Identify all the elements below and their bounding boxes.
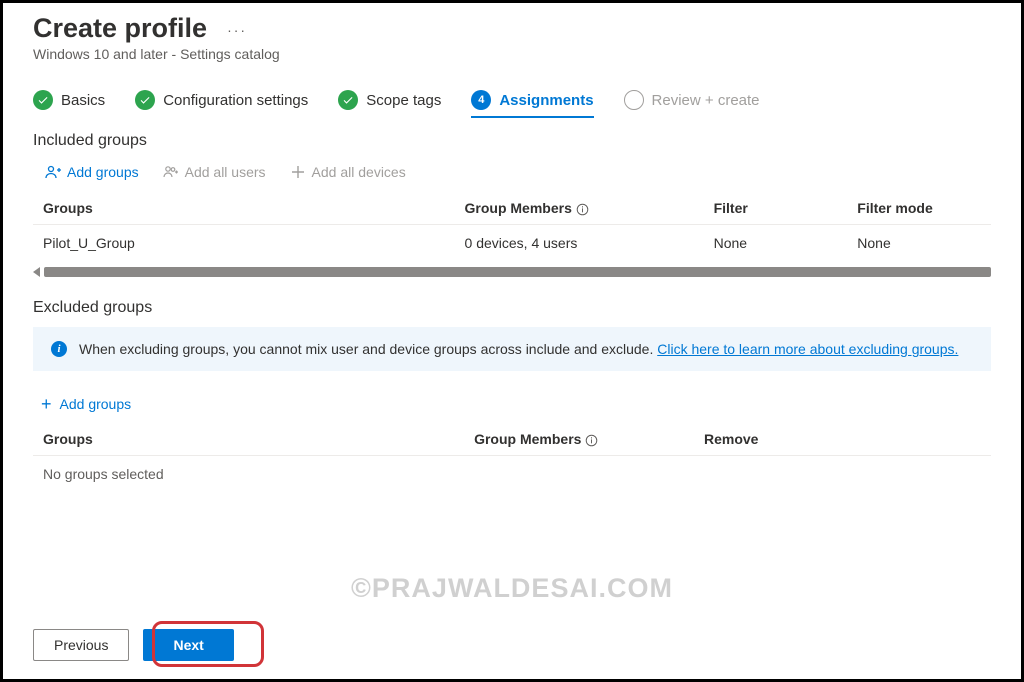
- scroll-track[interactable]: [44, 267, 991, 277]
- table-row-empty: No groups selected: [33, 456, 991, 493]
- plus-icon: [290, 164, 306, 180]
- learn-more-link[interactable]: Click here to learn more about excluding…: [657, 341, 958, 357]
- scroll-left-arrow-icon[interactable]: [33, 267, 40, 277]
- add-all-users-button: Add all users: [163, 164, 266, 180]
- info-icon[interactable]: [585, 434, 598, 447]
- cell-filter: None: [704, 225, 848, 262]
- person-add-icon: [45, 164, 61, 180]
- plus-icon: +: [41, 395, 52, 413]
- banner-text: When excluding groups, you cannot mix us…: [79, 341, 958, 357]
- page-subtitle: Windows 10 and later - Settings catalog: [33, 46, 991, 62]
- add-groups-button[interactable]: Add groups: [45, 164, 139, 180]
- watermark: ©PRAJWALDESAI.COM: [3, 573, 1021, 604]
- cell-group-name: Pilot_U_Group: [33, 225, 455, 262]
- more-actions-button[interactable]: ···: [227, 22, 247, 38]
- excluded-groups-heading: Excluded groups: [33, 299, 991, 317]
- column-members[interactable]: Group Members: [455, 192, 704, 225]
- check-icon: [135, 90, 155, 110]
- column-remove[interactable]: Remove: [694, 423, 991, 456]
- column-groups[interactable]: Groups: [33, 192, 455, 225]
- step-review-create[interactable]: 5 Review + create: [624, 90, 760, 110]
- previous-button[interactable]: Previous: [33, 629, 129, 661]
- people-add-icon: [163, 164, 179, 180]
- step-configuration-settings[interactable]: Configuration settings: [135, 90, 308, 110]
- step-number-icon: 5: [624, 90, 644, 110]
- info-icon: i: [51, 341, 67, 357]
- check-icon: [338, 90, 358, 110]
- column-filter[interactable]: Filter: [704, 192, 848, 225]
- included-toolbar: Add groups Add all users Add all devices: [33, 160, 991, 192]
- step-number-icon: 4: [471, 90, 491, 110]
- info-icon[interactable]: [576, 203, 589, 216]
- included-groups-heading: Included groups: [33, 132, 991, 150]
- cell-filter-mode: None: [847, 225, 991, 262]
- horizontal-scrollbar[interactable]: [33, 267, 991, 277]
- empty-message: No groups selected: [33, 456, 991, 493]
- cell-members: 0 devices, 4 users: [455, 225, 704, 262]
- page-title: Create profile: [33, 13, 207, 44]
- add-all-devices-button: Add all devices: [290, 164, 406, 180]
- excluded-groups-table: Groups Group Members Remove No groups se…: [33, 423, 991, 492]
- check-icon: [33, 90, 53, 110]
- step-scope-tags[interactable]: Scope tags: [338, 90, 441, 110]
- step-assignments[interactable]: 4 Assignments: [471, 90, 593, 118]
- column-members[interactable]: Group Members: [464, 423, 694, 456]
- column-groups[interactable]: Groups: [33, 423, 464, 456]
- wizard-steps: Basics Configuration settings Scope tags…: [33, 90, 991, 110]
- exclude-info-banner: i When excluding groups, you cannot mix …: [33, 327, 991, 371]
- next-button[interactable]: Next: [143, 629, 233, 661]
- excluded-add-groups-button[interactable]: + Add groups: [41, 395, 991, 413]
- included-groups-table: Groups Group Members Filter Filter mode …: [33, 192, 991, 261]
- table-row[interactable]: Pilot_U_Group 0 devices, 4 users None No…: [33, 225, 991, 262]
- step-basics[interactable]: Basics: [33, 90, 105, 110]
- column-filter-mode[interactable]: Filter mode: [847, 192, 991, 225]
